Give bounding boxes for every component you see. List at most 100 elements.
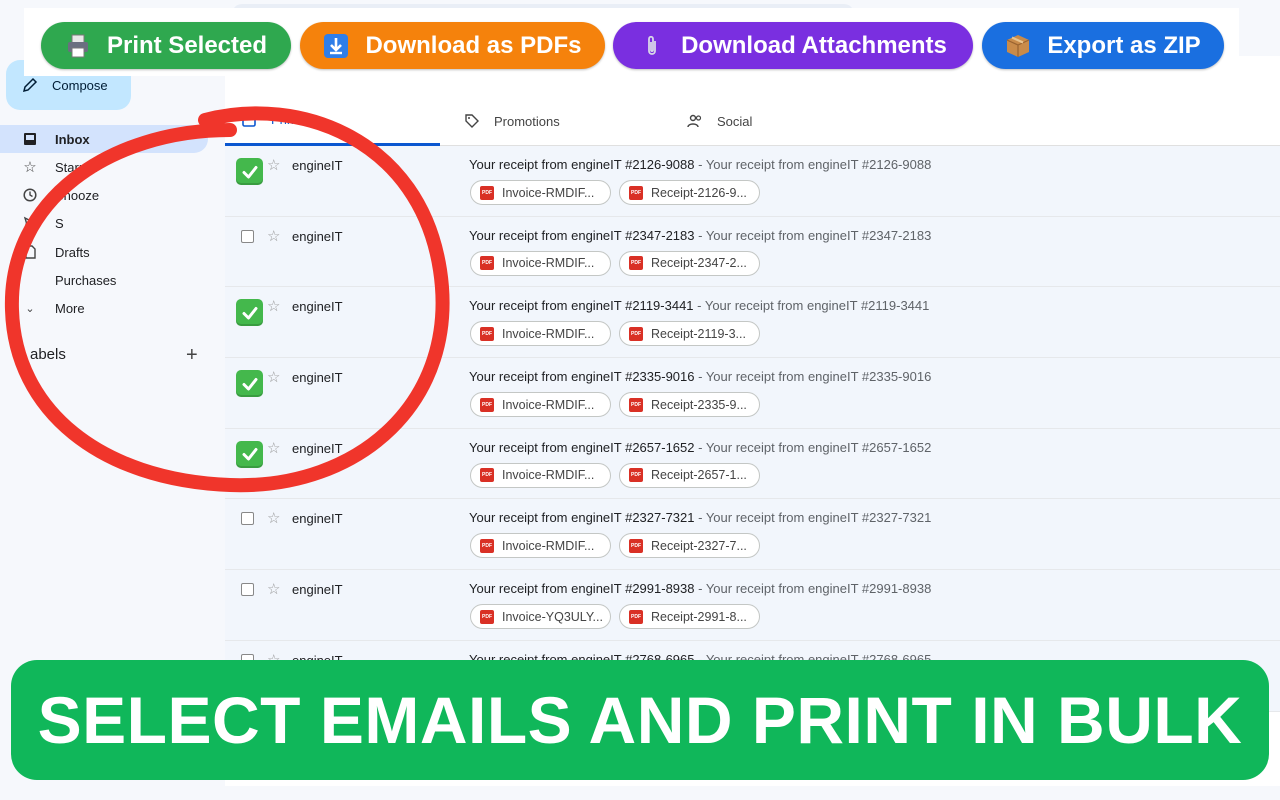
- star-icon[interactable]: ☆: [267, 156, 280, 174]
- pdf-icon: PDF: [629, 468, 643, 483]
- attachment-name: Receipt-2327-7...: [651, 538, 747, 553]
- email-subject: Your receipt from engineIT #2335-9016: [469, 369, 695, 385]
- inbox-icon: [242, 112, 256, 127]
- email-sender: engineIT: [292, 511, 343, 527]
- compose-label: Compose: [52, 77, 108, 93]
- pdf-icon: PDF: [480, 256, 494, 271]
- email-sender: engineIT: [292, 228, 343, 244]
- export-zip-button[interactable]: Export as ZIP: [982, 22, 1224, 69]
- sidebar-item-label: Drafts: [55, 244, 90, 260]
- pdf-icon: PDF: [629, 397, 643, 412]
- star-icon[interactable]: ☆: [267, 227, 280, 245]
- email-row[interactable]: ☆ engineIT Your receipt from engineIT #211…: [225, 287, 1280, 359]
- attachment-chip[interactable]: PDF Receipt-2347-2...: [619, 250, 760, 276]
- email-row[interactable]: ☆ engineIT Your receipt from engineIT #234…: [225, 216, 1280, 288]
- attachment-name: Invoice-RMDIF...: [502, 538, 595, 553]
- clock-icon: [22, 187, 38, 203]
- email-sender: engineIT: [292, 299, 343, 315]
- attachment-chip[interactable]: PDF Invoice-RMDIF...: [470, 462, 611, 488]
- attachment-chip[interactable]: PDF Receipt-2335-9...: [619, 392, 760, 418]
- attachment-chip[interactable]: PDF Invoice-RMDIF...: [470, 250, 611, 276]
- email-subject-line: Your receipt from engineIT #2347-2183 - …: [469, 228, 931, 243]
- sidebar-item-s[interactable]: S: [0, 209, 208, 237]
- sidebar-item-snooze[interactable]: Snooze: [0, 181, 208, 209]
- download-pdfs-button[interactable]: Download as PDFs: [300, 22, 605, 69]
- email-subject-line: Your receipt from engineIT #2335-9016 - …: [469, 369, 931, 384]
- attachment-chip[interactable]: PDF Receipt-2991-8...: [619, 604, 760, 630]
- button-label: Download as PDFs: [365, 31, 582, 59]
- email-snippet: - Your receipt from engineIT #2126-9088: [694, 157, 932, 172]
- star-icon[interactable]: ☆: [267, 509, 280, 527]
- sidebar-item-label: Starred: [55, 159, 98, 175]
- sidebar-item-more[interactable]: ⌄ More: [0, 294, 208, 322]
- email-subject: Your receipt from engineIT #2126-9088: [469, 157, 695, 172]
- checked-checkbox-icon[interactable]: [236, 370, 263, 398]
- pdf-icon: PDF: [629, 326, 643, 341]
- attachment-chip[interactable]: PDF Invoice-RMDIF...: [470, 321, 611, 347]
- chevron-down-icon: ⌄: [25, 302, 35, 315]
- email-sender: engineIT: [292, 582, 343, 598]
- email-subject-line: Your receipt from engineIT #2126-9088 - …: [469, 157, 931, 172]
- attachment-chip[interactable]: PDF Invoice-RMDIF...: [470, 180, 611, 205]
- attachment-name: Receipt-2657-1...: [651, 468, 747, 483]
- sidebar-item-label: Inbox: [55, 131, 90, 147]
- sidebar-item-starred[interactable]: ☆ Starred: [0, 153, 208, 181]
- pdf-icon: PDF: [480, 468, 494, 483]
- email-subject-line: Your receipt from engineIT #2991-8938 - …: [469, 581, 931, 596]
- attachment-chip[interactable]: PDF Receipt-2327-7...: [619, 533, 760, 559]
- checked-checkbox-icon[interactable]: [236, 158, 263, 185]
- add-label-icon[interactable]: +: [186, 344, 198, 367]
- star-icon[interactable]: ☆: [267, 297, 280, 315]
- email-row[interactable]: ☆ engineIT Your receipt from engineIT #265…: [225, 428, 1280, 500]
- row-checkbox[interactable]: [241, 229, 254, 243]
- email-sender: engineIT: [292, 370, 343, 386]
- attachment-name: Receipt-2347-2...: [651, 256, 747, 271]
- sidebar-item-inbox[interactable]: Inbox: [0, 125, 208, 153]
- attachment-name: Invoice-RMDIF...: [502, 326, 595, 341]
- download-arrow-icon: [323, 33, 349, 59]
- email-subject: Your receipt from engineIT #2991-8938: [469, 581, 695, 597]
- row-checkbox[interactable]: [241, 512, 254, 526]
- draft-icon: [22, 244, 38, 260]
- pdf-icon: PDF: [629, 185, 643, 200]
- attachment-name: Invoice-YQ3ULY...: [502, 609, 603, 624]
- attachment-chip[interactable]: PDF Receipt-2126-9...: [619, 180, 760, 205]
- people-icon: [687, 114, 702, 128]
- sidebar-item-drafts[interactable]: Drafts: [0, 238, 208, 266]
- print-selected-button[interactable]: Print Selected: [41, 22, 291, 69]
- package-icon: [1005, 33, 1031, 59]
- email-row[interactable]: ☆ engineIT Your receipt from engineIT #233…: [225, 358, 1280, 429]
- download-attachments-button[interactable]: Download Attachments: [613, 22, 973, 69]
- screenshot: ⋮ Compose Inbox☆StarredSnoozeSDraftsPurc…: [0, 0, 1280, 800]
- attachment-chip[interactable]: PDF Invoice-YQ3ULY...: [470, 604, 611, 630]
- sidebar-item-label: Purchases: [55, 272, 117, 288]
- attachment-chip[interactable]: PDF Receipt-2657-1...: [619, 462, 760, 488]
- attachment-chip[interactable]: PDF Invoice-RMDIF...: [470, 392, 611, 418]
- tab-primary[interactable]: Primary: [225, 96, 440, 146]
- attachment-chip[interactable]: PDF Invoice-RMDIF...: [470, 533, 611, 559]
- inbox-icon: [22, 131, 38, 147]
- email-subject: Your receipt from engineIT #2327-7321: [469, 510, 695, 526]
- star-icon: ☆: [23, 159, 37, 176]
- tab-promotions[interactable]: Promotions: [448, 96, 663, 146]
- checked-checkbox-icon[interactable]: [236, 299, 263, 327]
- email-subject-line: Your receipt from engineIT #2119-3441 - …: [469, 298, 929, 313]
- attachment-chip[interactable]: PDF Receipt-2119-3...: [619, 321, 760, 347]
- tag-icon: [22, 272, 38, 288]
- banner-text: SELECT EMAILS AND PRINT IN BULK: [37, 683, 1243, 757]
- star-icon[interactable]: ☆: [267, 439, 280, 457]
- email-row[interactable]: ☆ engineIT Your receipt from engineIT #299…: [225, 570, 1280, 641]
- email-row[interactable]: ☆ engineIT Your receipt from engineIT #212…: [225, 146, 1280, 217]
- email-snippet: - Your receipt from engineIT #2991-8938: [694, 581, 932, 597]
- button-label: Export as ZIP: [1047, 31, 1201, 59]
- row-checkbox[interactable]: [241, 583, 254, 597]
- pdf-icon: PDF: [480, 538, 494, 553]
- email-list: ☆ engineIT Your receipt from engineIT #212…: [225, 146, 1280, 712]
- sidebar-item-purchases[interactable]: Purchases: [0, 266, 208, 294]
- email-row[interactable]: ☆ engineIT Your receipt from engineIT #232…: [225, 499, 1280, 571]
- star-icon[interactable]: ☆: [267, 368, 280, 386]
- star-icon[interactable]: ☆: [267, 580, 280, 598]
- tab-social[interactable]: Social: [671, 96, 886, 146]
- printer-icon: [65, 33, 91, 59]
- checked-checkbox-icon[interactable]: [236, 440, 263, 468]
